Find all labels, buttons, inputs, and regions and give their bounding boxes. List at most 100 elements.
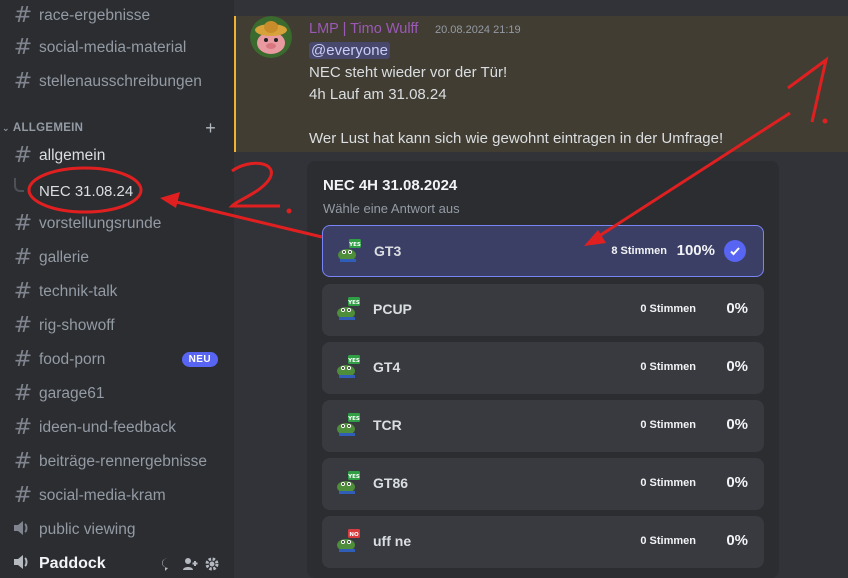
chat-area: LMP | Timo Wulff 20.08.2024 21:19 @every… bbox=[234, 0, 848, 578]
poll-option-votes: 0 Stimmen bbox=[640, 361, 696, 373]
poll-option-gt3[interactable]: YES GT3 8 Stimmen 100% bbox=[322, 225, 764, 277]
message-highlighted: LMP | Timo Wulff 20.08.2024 21:19 @every… bbox=[234, 16, 848, 152]
poll-option-percent: 100% bbox=[676, 242, 715, 259]
everyone-mention[interactable]: @everyone bbox=[309, 42, 390, 59]
svg-text:YES: YES bbox=[347, 300, 360, 306]
svg-text:YES: YES bbox=[347, 358, 360, 364]
channel-name: vorstellungsrunde bbox=[39, 215, 162, 232]
add-channel-icon[interactable]: + bbox=[205, 118, 216, 139]
message-author[interactable]: LMP | Timo Wulff bbox=[309, 21, 418, 37]
pepe-yes-icon: YES bbox=[337, 239, 361, 263]
poll-option-percent: 0% bbox=[726, 532, 748, 549]
channel-name: garage61 bbox=[39, 385, 105, 402]
poll-option-percent: 0% bbox=[726, 416, 748, 433]
hash-icon: # bbox=[13, 415, 33, 440]
channel-beitraege-rennergebnisse[interactable]: # beiträge-rennergebnisse bbox=[8, 446, 226, 478]
channel-vorstellungsrunde[interactable]: # vorstellungsrunde bbox=[8, 208, 226, 240]
new-badge: NEU bbox=[181, 352, 218, 367]
avatar[interactable] bbox=[250, 16, 292, 58]
svg-text:NO: NO bbox=[349, 532, 359, 538]
poll-option-label: GT86 bbox=[373, 475, 409, 491]
channel-ideen-und-feedback[interactable]: # ideen-und-feedback bbox=[8, 412, 226, 444]
pepe-no-icon: NO bbox=[336, 529, 360, 553]
channel-name: ideen-und-feedback bbox=[39, 419, 177, 436]
pepe-yes-icon: YES bbox=[336, 413, 360, 437]
voice-channel-name: Paddock bbox=[39, 555, 106, 572]
message-line: NEC steht wieder vor der Tür! bbox=[309, 64, 508, 81]
channel-stellenausschreibungen[interactable]: # stellenausschreibungen bbox=[8, 66, 226, 98]
hash-icon: # bbox=[13, 3, 33, 28]
poll-option-votes: 0 Stimmen bbox=[640, 419, 696, 431]
poll-option-gt86[interactable]: YES GT86 0 Stimmen 0% bbox=[322, 458, 764, 510]
channel-name: food-porn bbox=[39, 351, 106, 368]
category-label: ALLGEMEIN bbox=[12, 122, 84, 134]
poll-option-tcr[interactable]: YES TCR 0 Stimmen 0% bbox=[322, 400, 764, 452]
hash-icon: # bbox=[13, 347, 33, 372]
hash-icon: # bbox=[13, 449, 33, 474]
message-line: Wer Lust hat kann sich wie gewohnt eintr… bbox=[309, 130, 724, 147]
poll-option-percent: 0% bbox=[726, 474, 748, 491]
chat-bubble-icon[interactable] bbox=[160, 556, 176, 572]
channel-allgemein[interactable]: # allgemein bbox=[8, 140, 226, 172]
thread-name: NEC 31.08.24 bbox=[39, 182, 134, 200]
channel-name: rig-showoff bbox=[39, 317, 115, 334]
message-timestamp: 20.08.2024 21:19 bbox=[435, 24, 521, 36]
hash-icon: # bbox=[13, 35, 33, 60]
gear-icon[interactable] bbox=[204, 556, 220, 572]
channel-name: beiträge-rennergebnisse bbox=[39, 453, 208, 470]
poll-option-label: TCR bbox=[373, 417, 402, 433]
channel-food-porn[interactable]: # food-porn NEU bbox=[8, 344, 226, 376]
poll-option-gt4[interactable]: YES GT4 0 Stimmen 0% bbox=[322, 342, 764, 394]
pepe-yes-icon: YES bbox=[336, 297, 360, 321]
poll-option-percent: 0% bbox=[726, 358, 748, 375]
hash-icon: # bbox=[13, 483, 33, 508]
poll-option-votes: 0 Stimmen bbox=[640, 535, 696, 547]
checkmark-icon bbox=[724, 240, 746, 262]
channel-name: allgemein bbox=[39, 147, 106, 164]
channel-gallerie[interactable]: # gallerie bbox=[8, 242, 226, 274]
svg-text:YES: YES bbox=[347, 416, 360, 422]
channel-rig-showoff[interactable]: # rig-showoff bbox=[8, 310, 226, 342]
category-header[interactable]: ⌄ ALLGEMEIN + bbox=[0, 118, 234, 138]
channel-name: technik-talk bbox=[39, 283, 118, 300]
speaker-icon bbox=[12, 553, 34, 576]
poll-option-uff-ne[interactable]: NO uff ne 0 Stimmen 0% bbox=[322, 516, 764, 568]
speaker-icon bbox=[12, 519, 34, 542]
channel-garage61[interactable]: # garage61 bbox=[8, 378, 226, 410]
channel-race-ergebnisse[interactable]: # race-ergebnisse bbox=[8, 0, 226, 32]
thread-nec[interactable]: NEC 31.08.24 bbox=[14, 176, 226, 206]
channel-technik-talk[interactable]: # technik-talk bbox=[8, 276, 226, 308]
voice-channel-actions bbox=[160, 556, 220, 572]
svg-text:YES: YES bbox=[348, 242, 361, 248]
hash-icon: # bbox=[13, 69, 33, 94]
poll-option-votes: 0 Stimmen bbox=[640, 477, 696, 489]
channel-public-viewing[interactable]: public viewing bbox=[8, 514, 226, 546]
poll-option-percent: 0% bbox=[726, 300, 748, 317]
pepe-yes-icon: YES bbox=[336, 471, 360, 495]
message-line: 4h Lauf am 31.08.24 bbox=[309, 86, 447, 103]
poll-question: NEC 4H 31.08.2024 bbox=[323, 177, 458, 194]
poll: NEC 4H 31.08.2024 Wähle eine Antwort aus… bbox=[307, 161, 779, 578]
hash-icon: # bbox=[13, 143, 33, 168]
chevron-down-icon: ⌄ bbox=[2, 122, 10, 133]
channel-name: race-ergebnisse bbox=[39, 7, 151, 24]
hash-icon: # bbox=[13, 245, 33, 270]
poll-option-votes: 8 Stimmen bbox=[611, 245, 667, 257]
poll-option-pcup[interactable]: YES PCUP 0 Stimmen 0% bbox=[322, 284, 764, 336]
voice-channel-paddock[interactable]: Paddock bbox=[8, 550, 226, 578]
invite-user-icon[interactable] bbox=[182, 556, 198, 572]
poll-option-votes: 0 Stimmen bbox=[640, 303, 696, 315]
channel-social-media-material[interactable]: # social-media-material bbox=[8, 32, 226, 64]
poll-option-label: PCUP bbox=[373, 301, 412, 317]
svg-text:YES: YES bbox=[347, 474, 360, 480]
hash-icon: # bbox=[13, 279, 33, 304]
channel-name: gallerie bbox=[39, 249, 89, 266]
poll-option-label: uff ne bbox=[373, 533, 412, 549]
poll-subtitle: Wähle eine Antwort aus bbox=[323, 201, 460, 216]
channel-social-media-kram[interactable]: # social-media-kram bbox=[8, 480, 226, 512]
poll-option-label: GT3 bbox=[374, 243, 402, 259]
channel-name: social-media-material bbox=[39, 39, 187, 56]
hash-icon: # bbox=[13, 381, 33, 406]
channel-sidebar: # race-ergebnisse # social-media-materia… bbox=[0, 0, 234, 578]
hash-icon: # bbox=[13, 313, 33, 338]
